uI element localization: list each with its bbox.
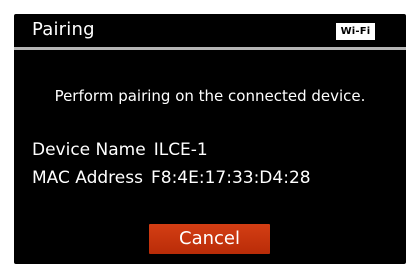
device-name-label: Device Name bbox=[32, 140, 146, 160]
instruction-message: Perform pairing on the connected device. bbox=[54, 87, 366, 105]
mac-address-value: F8:4E:17:33:D4:28 bbox=[150, 168, 311, 188]
mac-address-row: MAC Address F8:4E:17:33:D4:28 bbox=[32, 168, 311, 188]
camera-screen: Pairing Wi-Fi Perform pairing on the con… bbox=[14, 14, 406, 264]
wifi-icon: Wi-Fi bbox=[336, 23, 375, 40]
title-divider bbox=[14, 47, 406, 50]
device-name-row: Device Name ILCE-1 bbox=[32, 140, 208, 160]
cancel-button[interactable]: Cancel bbox=[149, 224, 270, 254]
mac-address-label: MAC Address bbox=[32, 168, 143, 188]
title-bar: Pairing Wi-Fi bbox=[14, 14, 406, 50]
page-title: Pairing bbox=[32, 19, 95, 40]
device-name-value: ILCE-1 bbox=[153, 140, 208, 160]
